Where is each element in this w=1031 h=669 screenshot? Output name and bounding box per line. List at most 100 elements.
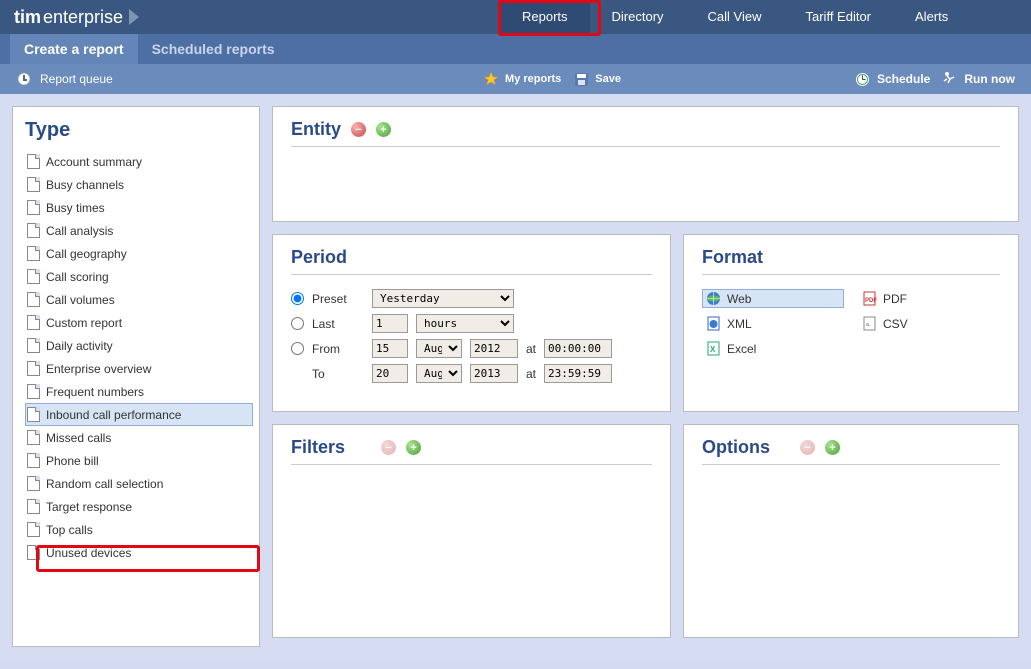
period-last-unit[interactable]: hours — [416, 314, 514, 333]
document-icon — [27, 430, 40, 445]
type-item-label: Busy channels — [46, 178, 124, 192]
period-last-label: Last — [312, 317, 364, 331]
type-item[interactable]: Phone bill — [25, 449, 253, 472]
options-title: Options — [702, 437, 770, 458]
entity-panel: Entity − + — [272, 106, 1019, 222]
type-item-label: Enterprise overview — [46, 362, 151, 376]
format-option-web[interactable]: Web — [702, 289, 844, 308]
brand-logo: timenterprise — [14, 7, 139, 28]
type-item[interactable]: Frequent numbers — [25, 380, 253, 403]
document-icon — [27, 338, 40, 353]
document-icon — [27, 453, 40, 468]
type-item[interactable]: Missed calls — [25, 426, 253, 449]
type-item-label: Custom report — [46, 316, 122, 330]
type-item[interactable]: Top calls — [25, 518, 253, 541]
type-item-label: Daily activity — [46, 339, 113, 353]
star-icon — [483, 71, 499, 87]
run-now-label: Run now — [964, 72, 1015, 86]
options-remove-icon[interactable]: − — [800, 440, 815, 455]
my-reports-link[interactable]: My reports — [483, 71, 561, 87]
type-item[interactable]: Call analysis — [25, 219, 253, 242]
nav-directory[interactable]: Directory — [590, 0, 686, 33]
schedule-button[interactable]: Schedule — [855, 71, 930, 87]
entity-title: Entity — [291, 119, 341, 140]
period-from-year[interactable] — [470, 339, 518, 358]
nav-reports[interactable]: Reports — [500, 0, 590, 33]
period-from-radio[interactable] — [291, 342, 304, 355]
format-option-pdf[interactable]: PDFPDF — [858, 289, 1000, 308]
type-title: Type — [25, 119, 255, 142]
run-now-button[interactable]: Run now — [942, 71, 1015, 87]
type-item[interactable]: Call volumes — [25, 288, 253, 311]
save-icon — [573, 71, 589, 87]
document-icon — [27, 200, 40, 215]
filters-panel: Filters − + — [272, 424, 671, 638]
sub-nav: Create a report Scheduled reports — [0, 34, 1031, 64]
filters-remove-icon[interactable]: − — [381, 440, 396, 455]
right-column: Entity − + Period Preset Yesterday Last — [272, 106, 1019, 647]
report-queue-link[interactable]: Report queue — [40, 72, 113, 86]
period-from-time[interactable] — [544, 339, 612, 358]
report-queue-icon — [16, 71, 32, 87]
document-icon — [27, 407, 40, 422]
clock-icon — [855, 71, 871, 87]
period-from-month[interactable]: Aug — [416, 339, 462, 358]
brand-arrow-icon — [129, 9, 139, 25]
svg-text:X: X — [710, 345, 716, 354]
period-to-year[interactable] — [470, 364, 518, 383]
entity-add-icon[interactable]: + — [376, 122, 391, 137]
save-button[interactable]: Save — [573, 71, 621, 87]
format-option-csv[interactable]: a,CSV — [858, 314, 1000, 333]
type-panel: Type Account summary Busy channels Busy ti… — [12, 106, 260, 647]
period-to-month[interactable]: Aug — [416, 364, 462, 383]
document-icon — [27, 223, 40, 238]
pdf-icon: PDF — [862, 291, 877, 306]
period-to-day[interactable] — [372, 364, 408, 383]
type-item-label: Call geography — [46, 247, 127, 261]
document-icon — [27, 154, 40, 169]
options-panel: Options − + — [683, 424, 1019, 638]
document-icon — [27, 246, 40, 261]
period-preset-select[interactable]: Yesterday — [372, 289, 514, 308]
type-item-label: Missed calls — [46, 431, 111, 445]
format-grid: Web PDFPDF XML a,CSV XExcel — [702, 275, 1000, 358]
svg-text:PDF: PDF — [865, 298, 877, 304]
document-icon — [27, 384, 40, 399]
nav-tariff-editor[interactable]: Tariff Editor — [784, 0, 894, 33]
type-item[interactable]: Unused devices — [25, 541, 253, 564]
type-item[interactable]: Busy channels — [25, 173, 253, 196]
period-to-at: at — [526, 367, 536, 381]
period-preset-radio[interactable] — [291, 292, 304, 305]
format-label: XML — [727, 317, 752, 331]
type-item[interactable]: Inbound call performance — [25, 403, 253, 426]
period-last-value[interactable] — [372, 314, 408, 333]
type-item[interactable]: Target response — [25, 495, 253, 518]
type-item[interactable]: Busy times — [25, 196, 253, 219]
period-to-time[interactable] — [544, 364, 612, 383]
filters-add-icon[interactable]: + — [406, 440, 421, 455]
filters-title: Filters — [291, 437, 345, 458]
web-icon — [706, 291, 721, 306]
nav-call-view[interactable]: Call View — [686, 0, 784, 33]
format-option-xml[interactable]: XML — [702, 314, 844, 333]
document-icon — [27, 499, 40, 514]
type-item[interactable]: Call geography — [25, 242, 253, 265]
options-add-icon[interactable]: + — [825, 440, 840, 455]
type-item[interactable]: Random call selection — [25, 472, 253, 495]
period-from-day[interactable] — [372, 339, 408, 358]
type-item[interactable]: Account summary — [25, 150, 253, 173]
type-item[interactable]: Call scoring — [25, 265, 253, 288]
brand-prefix: tim — [14, 7, 41, 28]
tab-scheduled-reports[interactable]: Scheduled reports — [138, 34, 289, 64]
type-list[interactable]: Account summaryBusy channelsBusy timesCa… — [25, 150, 255, 618]
type-item[interactable]: Custom report — [25, 311, 253, 334]
nav-alerts[interactable]: Alerts — [893, 0, 970, 33]
period-last-radio[interactable] — [291, 317, 304, 330]
type-item-label: Frequent numbers — [46, 385, 144, 399]
tab-create-report[interactable]: Create a report — [10, 34, 138, 64]
type-item[interactable]: Enterprise overview — [25, 357, 253, 380]
format-option-excel[interactable]: XExcel — [702, 339, 844, 358]
period-title: Period — [291, 247, 347, 268]
type-item[interactable]: Daily activity — [25, 334, 253, 357]
entity-remove-icon[interactable]: − — [351, 122, 366, 137]
